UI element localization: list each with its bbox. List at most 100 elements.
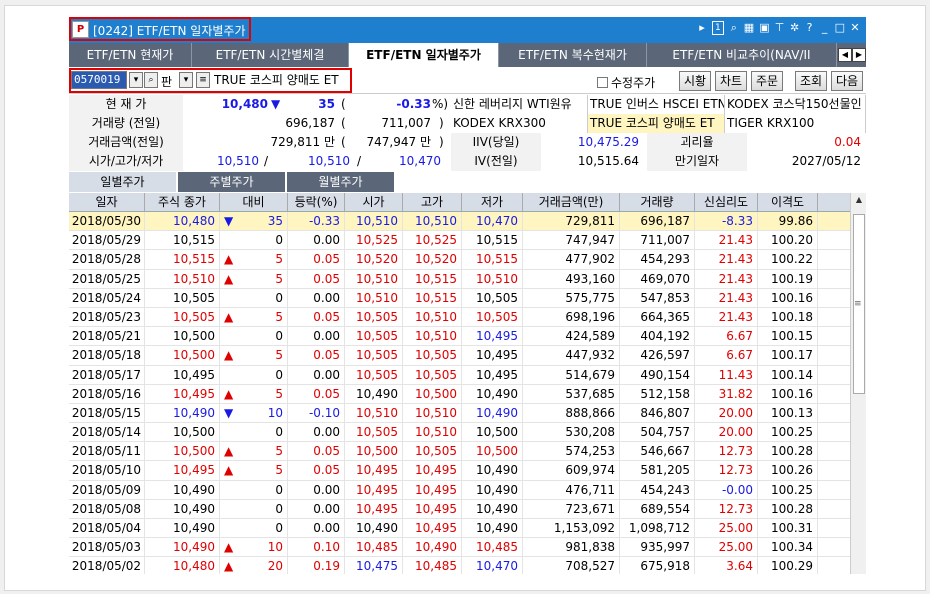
- paren-open: (: [341, 97, 346, 111]
- related-etf-0[interactable]: 신한 레버리지 WTI원유: [451, 95, 588, 114]
- settings-icon[interactable]: ✲: [790, 21, 800, 35]
- col-header-low[interactable]: 저가: [462, 193, 523, 211]
- col-header-disparity[interactable]: 이격도: [758, 193, 818, 211]
- col-header-amount[interactable]: 거래금액(만): [523, 193, 620, 211]
- cell-date: 2018/05/23: [69, 307, 145, 327]
- table-row[interactable]: 2018/05/24 10,505 0 0.00 10,510 10,515 10,505 5…: [69, 288, 866, 308]
- cell-disparity: 100.19: [758, 269, 818, 288]
- table-row[interactable]: 2018/05/18 10,500 ▲ 5 0.05 10,505 10,505 10,495…: [69, 346, 866, 366]
- col-header-date[interactable]: 일자: [69, 193, 145, 211]
- page-one-icon[interactable]: 1: [712, 21, 724, 35]
- pan-dropdown-icon[interactable]: ▾: [179, 72, 193, 88]
- table-row[interactable]: 2018/05/04 10,490 0 0.00 10,490 10,495 10,490 1…: [69, 519, 866, 539]
- cell-change: 0: [220, 519, 288, 538]
- related-etf-3[interactable]: KODEX KRX300: [451, 114, 588, 133]
- cell-low: 10,500: [462, 423, 523, 442]
- table-row[interactable]: 2018/05/03 10,490 ▲ 10 0.10 10,485 10,490 10,48…: [69, 538, 866, 558]
- maximize-icon[interactable]: □: [835, 21, 845, 35]
- table-row[interactable]: 2018/05/28 10,515 ▲ 5 0.05 10,520 10,520 10,515…: [69, 250, 866, 270]
- order-button[interactable]: 주문: [751, 71, 783, 91]
- col-header-psych[interactable]: 신심리도: [695, 193, 758, 211]
- tab-daily-price[interactable]: ETF/ETN 일자별주가: [349, 43, 499, 67]
- table-row[interactable]: 2018/05/15 10,490 ▼ 10 -0.10 10,510 10,510 10,4…: [69, 403, 866, 424]
- table-row[interactable]: 2018/05/29 10,515 0 0.00 10,525 10,525 10,515 7…: [69, 231, 866, 251]
- memo-icon[interactable]: ≡: [196, 72, 210, 88]
- search-icon[interactable]: ⌕: [144, 72, 158, 88]
- col-header-close[interactable]: 주식 종가: [145, 193, 220, 211]
- table-row[interactable]: 2018/05/10 10,495 ▲ 5 0.05 10,495 10,495 10,490…: [69, 461, 866, 481]
- save-icon[interactable]: ▣: [759, 21, 769, 35]
- code-dropdown-icon[interactable]: ▾: [129, 72, 143, 88]
- adjusted-price-checkbox[interactable]: 수정주가: [597, 74, 655, 91]
- col-header-volume[interactable]: 거래량: [620, 193, 695, 211]
- related-etf-1[interactable]: TRUE 인버스 HSCEI ETN: [588, 95, 725, 114]
- table-row[interactable]: 2018/05/25 10,510 ▲ 5 0.05 10,510 10,515 10,510…: [69, 269, 866, 289]
- change-value: 0: [275, 290, 283, 305]
- related-etf-4[interactable]: TRUE 코스피 양매도 ET: [588, 114, 725, 133]
- app-window: P [0242] ETF/ETN 일자별주가 ▸ 1 ⌕ ▦ ▣ ⊤ ✲ ? _…: [69, 17, 866, 574]
- market-news-button[interactable]: 시황: [679, 71, 711, 91]
- col-header-change[interactable]: 대비: [220, 193, 288, 211]
- cell-disparity: 100.18: [758, 307, 818, 327]
- cell-amount: 708,527: [523, 557, 620, 574]
- table-row[interactable]: 2018/05/16 10,495 ▲ 5 0.05 10,490 10,500 10,490…: [69, 384, 866, 404]
- query-button[interactable]: 조회: [795, 71, 827, 91]
- paren-close: ): [439, 135, 444, 149]
- cell-close: 10,480: [145, 212, 220, 231]
- table-row[interactable]: 2018/05/23 10,505 ▲ 5 0.05 10,505 10,510 10,505…: [69, 307, 866, 328]
- table-row[interactable]: 2018/05/09 10,490 0 0.00 10,495 10,495 10,490 4…: [69, 480, 866, 500]
- tab-nav-compare[interactable]: ETF/ETN 비교추이(NAV/II: [647, 43, 837, 67]
- current-pct-value: -0.33: [396, 97, 431, 111]
- adjusted-price-label: 수정주가: [611, 76, 656, 90]
- cell-amount: 609,974: [523, 461, 620, 480]
- cell-change: ▲ 5: [220, 461, 288, 480]
- grid-icon[interactable]: ▦: [744, 21, 754, 35]
- tab-current-price[interactable]: ETF/ETN 현재가: [69, 43, 192, 67]
- cell-date: 2018/05/18: [69, 346, 145, 365]
- cell-disparity: 100.28: [758, 499, 818, 518]
- tab-right-icon[interactable]: ▶: [852, 48, 866, 62]
- tab-multi-price[interactable]: ETF/ETN 복수현재가: [499, 43, 647, 67]
- related-etf-2[interactable]: KODEX 코스닥150선물인: [725, 95, 866, 114]
- cell-volume: 547,853: [620, 288, 695, 307]
- related-etf-5[interactable]: TIGER KRX100: [725, 114, 866, 133]
- cell-low: 10,505: [462, 307, 523, 327]
- tab-nav-icon[interactable]: ▸: [697, 21, 707, 35]
- table-row[interactable]: 2018/05/08 10,490 0 0.00 10,495 10,495 10,490 7…: [69, 499, 866, 519]
- close-icon[interactable]: ✕: [850, 21, 860, 35]
- change-value: 0: [275, 367, 283, 382]
- cell-close: 10,515: [145, 250, 220, 269]
- tab-daily[interactable]: 일별주가: [69, 172, 176, 192]
- table-row[interactable]: 2018/05/02 10,480 ▲ 20 0.19 10,475 10,485 10,47…: [69, 557, 866, 574]
- next-button[interactable]: 다음: [831, 71, 863, 91]
- search-window-icon[interactable]: ⌕: [729, 21, 739, 35]
- col-header-pct[interactable]: 등락(%): [288, 193, 345, 211]
- cell-close: 10,505: [145, 288, 220, 307]
- cell-disparity: 100.20: [758, 231, 818, 250]
- stock-code-input[interactable]: 0570019: [71, 71, 127, 89]
- chart-button[interactable]: 차트: [715, 71, 747, 91]
- table-row[interactable]: 2018/05/17 10,495 0 0.00 10,505 10,505 10,495 5…: [69, 365, 866, 385]
- minimize-icon[interactable]: _: [820, 21, 830, 35]
- table-row[interactable]: 2018/05/14 10,500 0 0.00 10,505 10,510 10,500 5…: [69, 423, 866, 443]
- table-row[interactable]: 2018/05/30 10,480 ▼ 35 -0.33 10,510 10,510 10,4…: [69, 212, 866, 232]
- cell-volume: 426,597: [620, 346, 695, 365]
- cell-low: 10,490: [462, 480, 523, 499]
- checkbox-icon[interactable]: [597, 77, 608, 88]
- scroll-up-icon[interactable]: ▲: [851, 195, 866, 209]
- tab-left-icon[interactable]: ◀: [838, 48, 852, 62]
- cell-open: 10,505: [345, 423, 403, 442]
- tab-monthly[interactable]: 월별주가: [287, 172, 394, 192]
- tab-time-trades[interactable]: ETF/ETN 시간별체결: [192, 43, 349, 67]
- help-icon[interactable]: ?: [805, 21, 815, 35]
- col-header-high[interactable]: 고가: [403, 193, 462, 211]
- col-header-open[interactable]: 시가: [345, 193, 403, 211]
- cell-volume: 1,098,712: [620, 519, 695, 538]
- pin-icon[interactable]: ⊤: [775, 21, 785, 35]
- table-row[interactable]: 2018/05/11 10,500 ▲ 5 0.05 10,500 10,505 10,500…: [69, 442, 866, 462]
- vertical-scrollbar[interactable]: ▲ ≡: [850, 193, 866, 574]
- cell-disparity: 100.17: [758, 346, 818, 365]
- high-value: 10,510: [308, 154, 350, 168]
- tab-weekly[interactable]: 주별주가: [178, 172, 285, 192]
- table-row[interactable]: 2018/05/21 10,500 0 0.00 10,505 10,510 10,495 4…: [69, 327, 866, 347]
